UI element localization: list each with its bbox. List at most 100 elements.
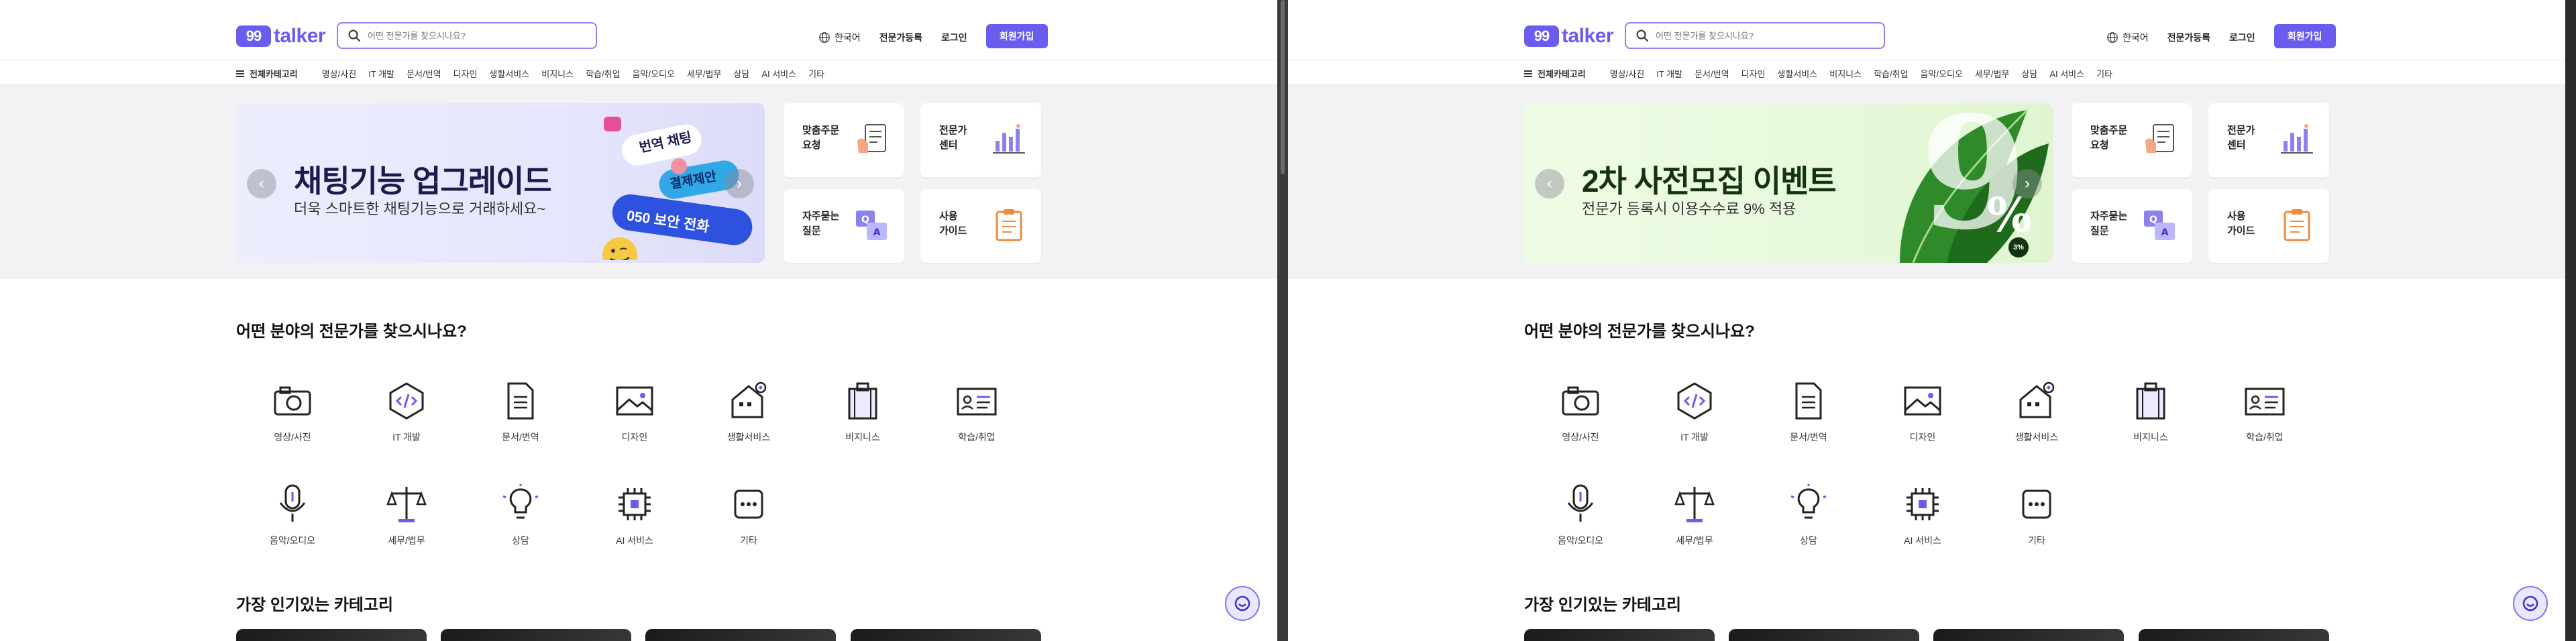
category-tile[interactable]: 학습/취업 [2231,380,2298,444]
search-box[interactable] [1625,22,1885,49]
category-tile[interactable]: 학습/취업 [943,380,1010,444]
popular-thumbnail[interactable] [645,629,836,641]
quick-card-order[interactable]: 맞춤주문 요청 [2072,103,2192,177]
catnav-item[interactable]: 문서/번역 [1695,67,1729,80]
login-link[interactable]: 로그인 [941,31,967,44]
language-selector[interactable]: 한국어 [818,31,861,44]
catnav-item[interactable]: 학습/취업 [1874,67,1908,80]
all-categories-button[interactable]: 전체카테고리 [236,67,298,80]
site-logo[interactable]: 99 talker [1524,23,1614,50]
chat-support-button[interactable] [1225,586,1260,621]
carousel-prev-button[interactable]: ‹ [247,169,276,198]
category-tile[interactable]: 기타 [2003,483,2070,547]
divider-grip[interactable] [1281,0,1285,174]
carousel-next-button[interactable]: › [724,169,754,198]
search-box[interactable] [337,22,597,49]
chat-icon [1234,595,1250,611]
popular-thumbnail[interactable] [1729,629,1919,641]
category-tile[interactable]: 비지니스 [2117,380,2184,444]
catnav-item[interactable]: 영상/사진 [1610,67,1644,80]
popular-thumbnail[interactable] [2139,629,2329,641]
category-tile[interactable]: 기타 [715,483,782,547]
catnav-item[interactable]: 비지니스 [1829,67,1862,80]
category-tile[interactable]: 영상/사진 [1547,380,1614,444]
catnav-item[interactable]: 기타 [2096,67,2112,80]
popular-thumbnail[interactable] [236,629,427,641]
category-tile[interactable]: 음악/오디오 [259,483,326,547]
expert-register-link[interactable]: 전문가등록 [2167,31,2210,44]
quick-card-faq[interactable]: 자주묻는 질문 QA [2072,189,2192,263]
quick-card-guide[interactable]: 사용 가이드 [920,189,1041,263]
category-tile[interactable]: 디자인 [601,380,668,444]
expert-center-icon [2281,124,2313,154]
catnav-item[interactable]: 디자인 [1741,67,1766,80]
catnav-item[interactable]: 음악/오디오 [633,67,675,80]
carousel-prev-button[interactable]: ‹ [1535,169,1564,198]
category-tile[interactable]: IT 개발 [1661,380,1728,444]
popular-thumbnails [1524,629,2329,641]
site-logo[interactable]: 99 talker [236,23,326,50]
popular-thumbnail[interactable] [851,629,1041,641]
catnav-item[interactable]: IT 개발 [368,67,394,80]
category-tile[interactable]: 음악/오디오 [1547,483,1614,547]
category-tile[interactable]: 영상/사진 [259,380,326,444]
category-tile[interactable]: 세무/법무 [373,483,440,547]
catnav-item[interactable]: AI 서비스 [761,67,796,80]
search-input[interactable] [1656,30,1870,41]
catnav-item[interactable]: IT 개발 [1656,67,1682,80]
pane-divider[interactable] [1277,0,1288,641]
quick-card-expert-center[interactable]: 전문가 센터 [2208,103,2329,177]
catnav-item[interactable]: 영상/사진 [322,67,356,80]
catnav-item[interactable]: 학습/취업 [586,67,620,80]
quick-card-expert-center[interactable]: 전문가 센터 [920,103,1041,177]
category-tile[interactable]: 비지니스 [829,380,896,444]
catnav-item[interactable]: 생활서비스 [1777,67,1817,80]
quick-card-guide[interactable]: 사용 가이드 [2208,189,2329,263]
quick-card-order[interactable]: 맞춤주문 요청 [784,103,904,177]
catnav-item[interactable]: 세무/법무 [687,67,721,80]
expert-register-link[interactable]: 전문가등록 [879,31,922,44]
camera-icon [274,386,311,416]
category-label: 학습/취업 [958,432,996,443]
catnav-item[interactable]: 상담 [2021,67,2037,80]
popular-thumbnail[interactable] [1933,629,2124,641]
popular-thumbnail[interactable] [1524,629,1715,641]
category-tile[interactable]: 생활서비스 [2003,380,2070,444]
catnav-item[interactable]: 문서/번역 [407,67,441,80]
login-link[interactable]: 로그인 [2229,31,2255,44]
category-tile[interactable]: 생활서비스 [715,380,782,444]
all-categories-button[interactable]: 전체카테고리 [1524,67,1586,80]
language-selector[interactable]: 한국어 [2106,31,2149,44]
promo-banner[interactable]: 채팅기능 업그레이드 더욱 스마트한 채팅기능으로 거래하세요~ 번역 채팅 결… [236,103,765,263]
language-label: 한국어 [2123,32,2149,43]
category-tile[interactable]: 문서/번역 [1775,380,1842,444]
catnav-item[interactable]: 생활서비스 [489,67,529,80]
category-tile[interactable]: AI 서비스 [1889,483,1956,547]
chat-support-button[interactable] [2513,586,2548,621]
hero-section: 채팅기능 업그레이드 더욱 스마트한 채팅기능으로 거래하세요~ 번역 채팅 결… [0,84,1277,279]
carousel-next-button[interactable]: › [2012,169,2042,198]
popular-thumbnail[interactable] [441,629,631,641]
search-input[interactable] [368,30,582,41]
signup-button[interactable]: 회원가입 [2273,24,2336,48]
catnav-item[interactable]: 음악/오디오 [1921,67,1963,80]
category-tile[interactable]: 상담 [487,483,554,547]
catnav-item[interactable]: 디자인 [453,67,478,80]
category-tile[interactable]: 디자인 [1889,380,1956,444]
catnav-item[interactable]: AI 서비스 [2049,67,2084,80]
catnav-item[interactable]: 비지니스 [541,67,574,80]
category-tile[interactable]: IT 개발 [373,380,440,444]
house-icon [2019,382,2055,418]
promo-banner[interactable]: 2차 사전모집 이벤트 전문가 등록시 이용수수료 9% 적용 9 % 3% ‹… [1524,103,2053,263]
category-tile[interactable]: 상담 [1775,483,1842,547]
category-tile[interactable]: 세무/법무 [1661,483,1728,547]
quick-card-faq[interactable]: 자주묻는 질문 QA [784,189,904,263]
category-tile[interactable]: AI 서비스 [601,483,668,547]
catnav-item[interactable]: 세무/법무 [1975,67,2009,80]
category-label: 디자인 [621,432,648,443]
signup-button[interactable]: 회원가입 [985,24,1048,48]
catnav-item[interactable]: 상담 [733,67,749,80]
category-label: 기타 [2028,535,2045,546]
category-tile[interactable]: 문서/번역 [487,380,554,444]
catnav-item[interactable]: 기타 [808,67,824,80]
